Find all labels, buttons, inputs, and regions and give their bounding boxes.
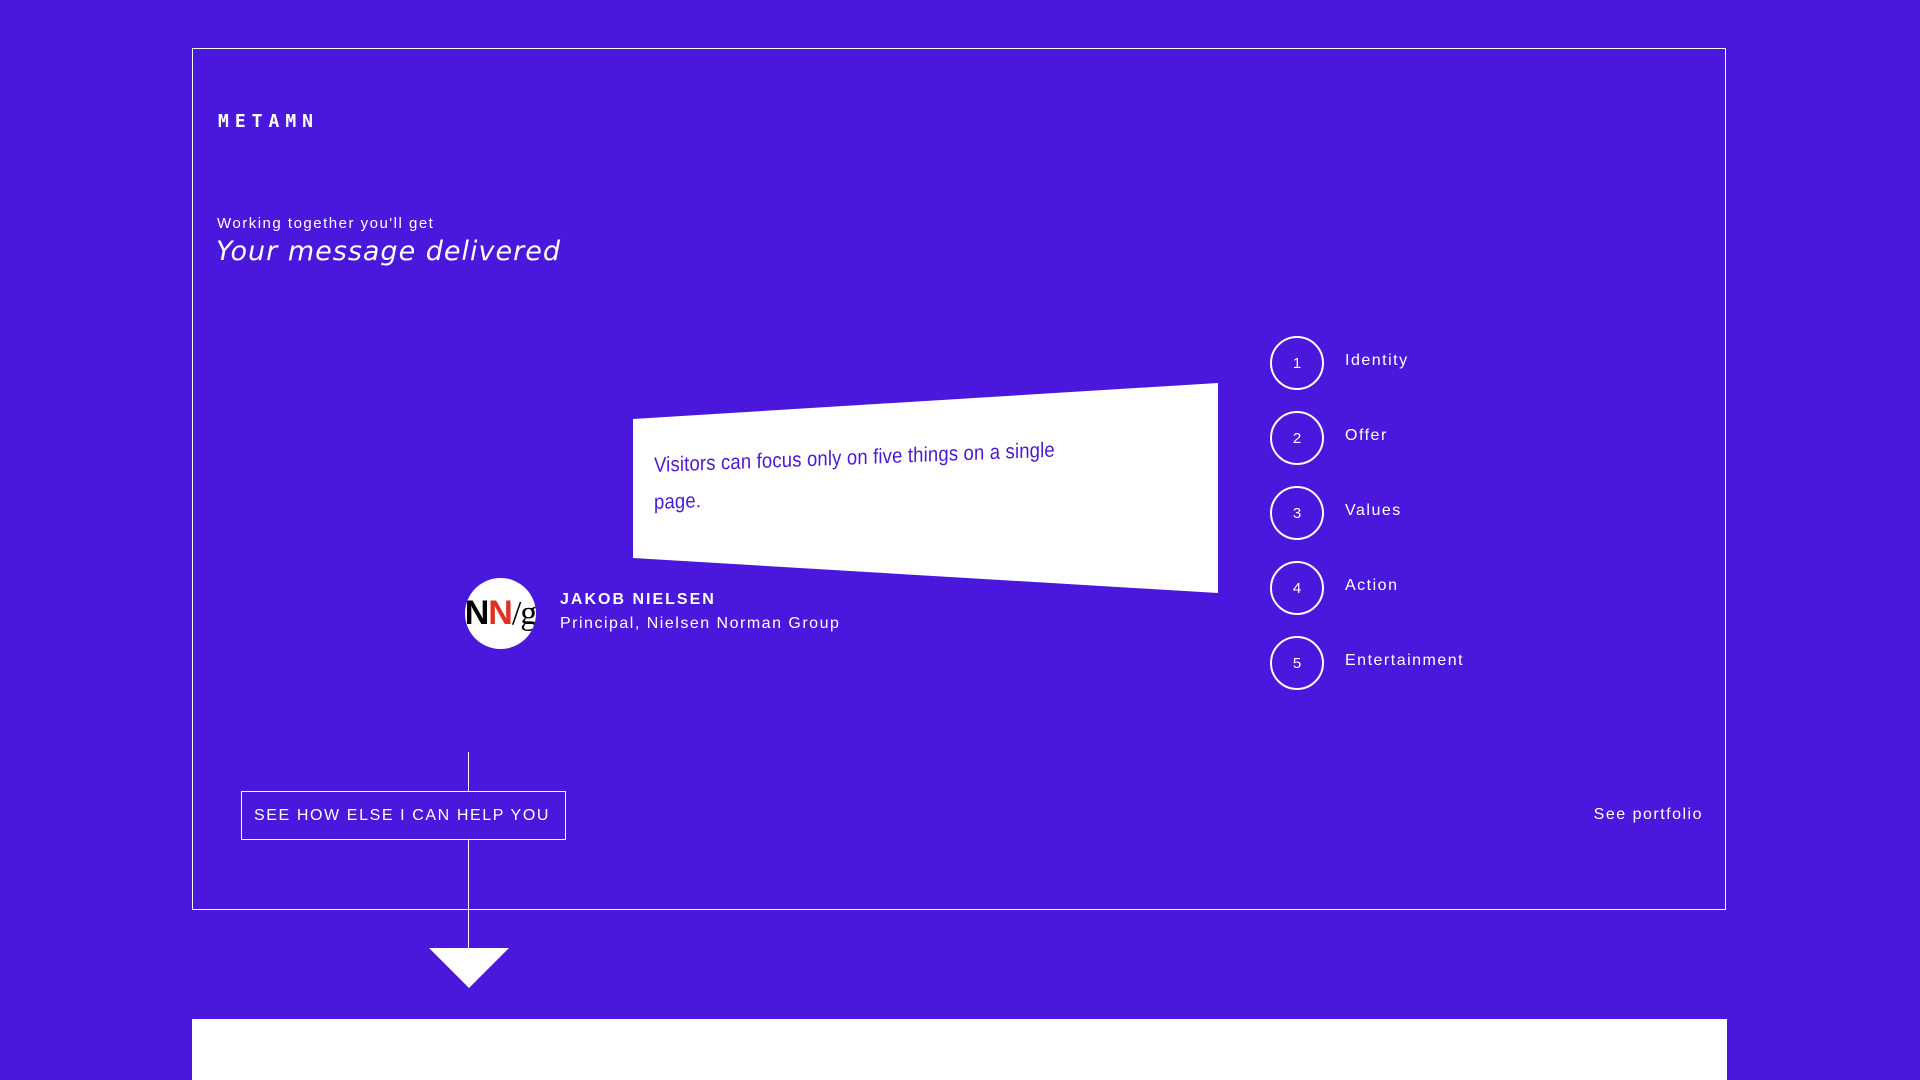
step-item: 1 Identity — [1270, 336, 1670, 390]
scroll-guide-line — [468, 752, 469, 950]
brand-logo[interactable]: METAMN — [218, 111, 319, 132]
step-label: Action — [1345, 577, 1399, 594]
step-item: 2 Offer — [1270, 411, 1670, 465]
step-label: Entertainment — [1345, 652, 1465, 669]
step-number-badge: 1 — [1270, 336, 1324, 390]
scroll-down-arrow-icon[interactable] — [429, 948, 509, 988]
step-label: Values — [1345, 502, 1402, 519]
section-headline: Your message delivered — [216, 236, 561, 267]
logo-letter-n1: N — [465, 594, 489, 632]
step-label: Offer — [1345, 427, 1388, 444]
step-number-badge: 3 — [1270, 486, 1324, 540]
help-cta-button[interactable]: SEE HOW ELSE I CAN HELP YOU — [241, 791, 566, 840]
author-role: Principal, Nielsen Norman Group — [560, 615, 841, 632]
next-section-panel — [192, 1019, 1727, 1080]
nngroup-logo: NN/g — [465, 596, 536, 631]
author-avatar: NN/g — [465, 578, 536, 649]
step-number-badge: 5 — [1270, 636, 1324, 690]
logo-letter-n2: N — [488, 594, 513, 632]
step-number-badge: 4 — [1270, 561, 1324, 615]
see-portfolio-link[interactable]: See portfolio — [1594, 806, 1703, 824]
step-label: Identity — [1345, 352, 1409, 369]
step-item: 3 Values — [1270, 486, 1670, 540]
step-number-badge: 2 — [1270, 411, 1324, 465]
author-name: JAKOB NIELSEN — [560, 591, 716, 608]
section-eyebrow: Working together you'll get — [217, 215, 435, 232]
step-item: 4 Action — [1270, 561, 1670, 615]
step-item: 5 Entertainment — [1270, 636, 1670, 690]
